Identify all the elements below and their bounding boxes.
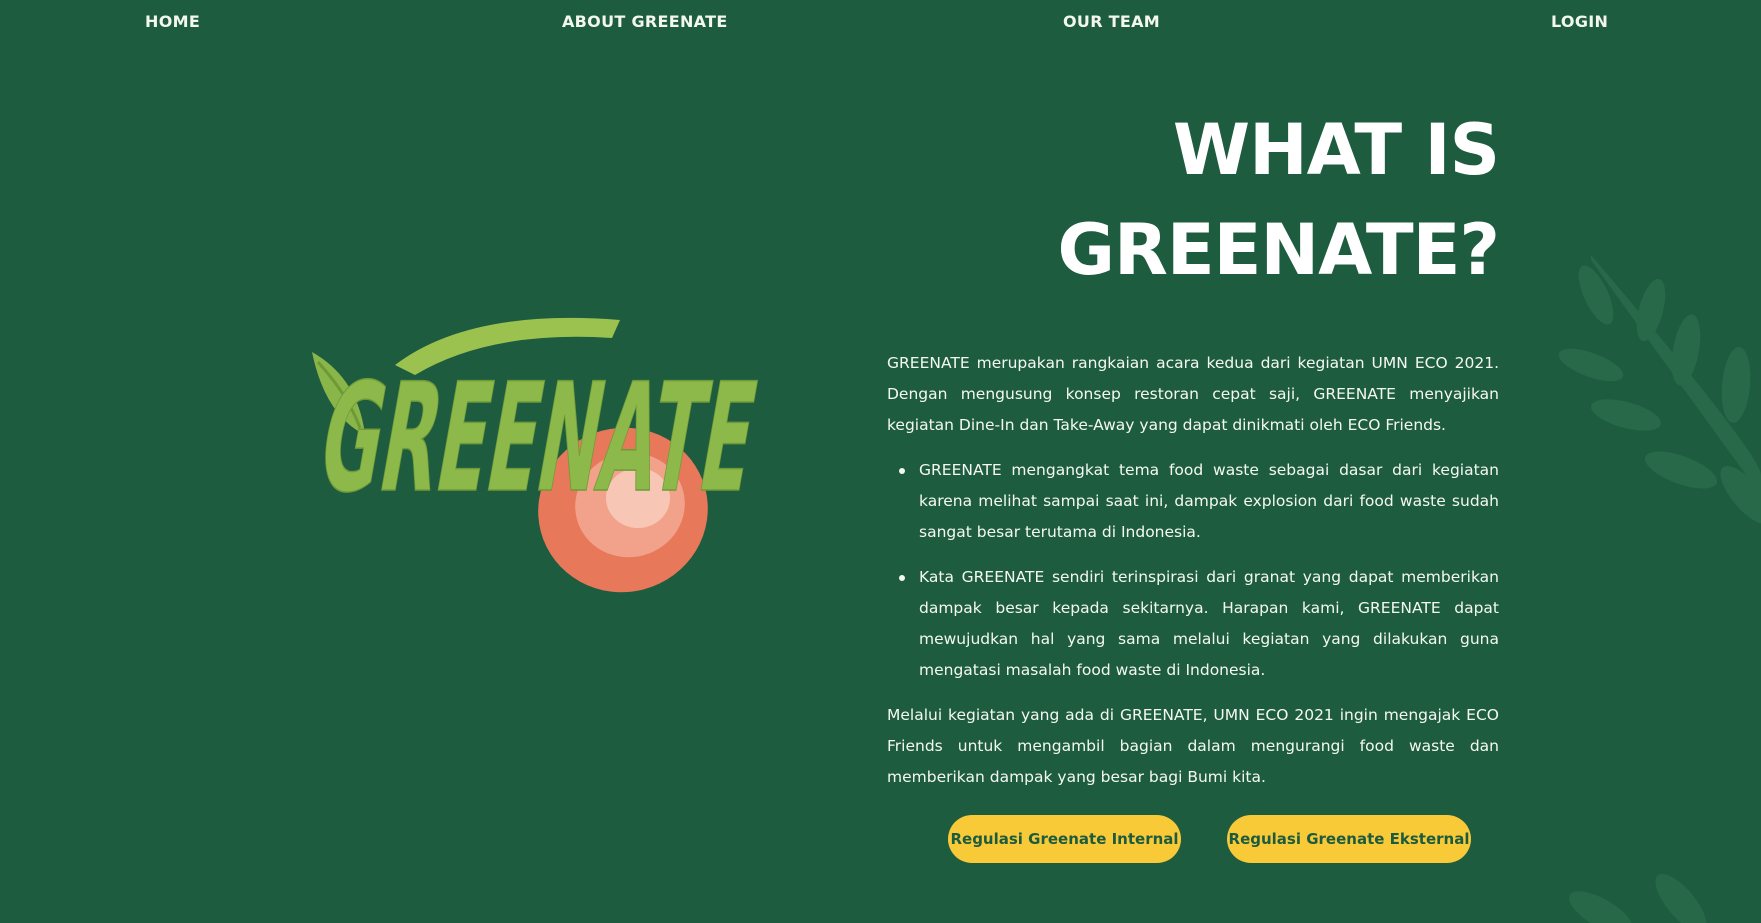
title-line-1: WHAT IS <box>1172 109 1500 191</box>
title-line-2: GREENATE? <box>1057 209 1500 291</box>
bullet-icon <box>899 575 905 581</box>
bullet-icon <box>899 468 905 474</box>
page-title: WHAT IS GREENATE? <box>899 100 1501 300</box>
greenate-logo-icon: GREENATE <box>307 317 770 593</box>
logo-text: GREENATE <box>308 351 769 526</box>
list-item: Kata GREENATE sendiri terinspirasi dari … <box>899 562 1499 686</box>
regulasi-eksternal-button[interactable]: Regulasi Greenate Eksternal <box>1227 815 1471 863</box>
bullet-list: GREENATE mengangkat tema food waste seba… <box>899 455 1499 686</box>
list-item-text: Kata GREENATE sendiri terinspirasi dari … <box>919 568 1499 679</box>
list-item: GREENATE mengangkat tema food waste seba… <box>899 455 1499 548</box>
nav-home[interactable]: HOME <box>145 12 200 31</box>
intro-paragraph: GREENATE merupakan rangkaian acara kedua… <box>887 354 1499 434</box>
closing-paragraph: Melalui kegiatan yang ada di GREENATE, U… <box>887 706 1499 786</box>
nav-about[interactable]: ABOUT GREENATE <box>562 12 728 31</box>
nav-our-team[interactable]: OUR TEAM <box>1063 12 1160 31</box>
nav-login[interactable]: LOGIN <box>1551 12 1608 31</box>
list-item-text: GREENATE mengangkat tema food waste seba… <box>919 461 1499 541</box>
leaf-branch-decoration <box>1558 255 1761 525</box>
regulasi-internal-button[interactable]: Regulasi Greenate Internal <box>948 815 1181 863</box>
about-content: GREENATE merupakan rangkaian acara kedua… <box>887 348 1499 807</box>
top-nav: HOME ABOUT GREENATE OUR TEAM LOGIN <box>0 0 1761 46</box>
leaf-branch-decoration-bottom <box>1569 873 1707 923</box>
